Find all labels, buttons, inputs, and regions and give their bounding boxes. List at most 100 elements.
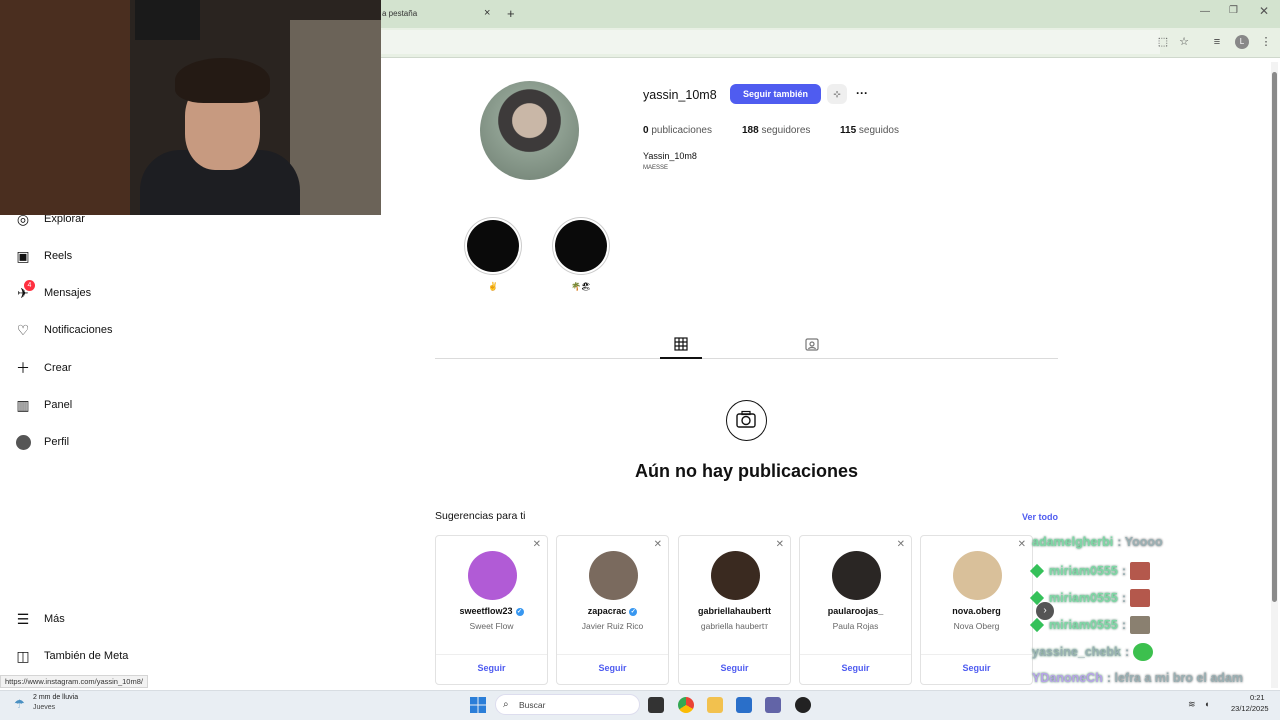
see-all-link[interactable]: Ver todo: [1022, 512, 1058, 522]
posts-stat: 0 publicaciones: [643, 125, 712, 136]
suggestion-username[interactable]: paularoojas_: [800, 606, 911, 616]
heart-icon: ♡: [16, 321, 30, 338]
wardrobe-door: [0, 0, 130, 215]
sidebar-item-crear[interactable]: ＋ Crear: [14, 357, 72, 379]
suggestion-avatar[interactable]: [589, 551, 638, 600]
profile-avatar-icon[interactable]: L: [1235, 35, 1249, 49]
profile-avatar[interactable]: [480, 81, 579, 180]
browser-menu-icon[interactable]: ⋮: [1259, 35, 1273, 49]
suggestion-username[interactable]: zapacrac ✓: [557, 606, 668, 616]
sidebar-item-mensajes[interactable]: ✈ 4 Mensajes: [14, 280, 91, 304]
badge-icon: [1029, 563, 1045, 579]
follow-button[interactable]: Seguir: [436, 663, 547, 673]
windows-start-icon[interactable]: [470, 697, 486, 713]
chat-message: miriam0555:: [1029, 562, 1150, 580]
volume-icon[interactable]: ◖: [1204, 699, 1209, 709]
suggestion-avatar[interactable]: [711, 551, 760, 600]
weather-icon[interactable]: ☂: [14, 697, 25, 711]
install-icon[interactable]: ⬚: [1156, 35, 1170, 49]
avatar-icon: [14, 433, 32, 451]
badge-icon: [1029, 617, 1045, 633]
follow-button[interactable]: Seguir: [921, 663, 1032, 673]
sidebar-item-meta[interactable]: ◫ También de Meta: [14, 645, 128, 667]
task-view-icon[interactable]: [648, 697, 664, 713]
suggestion-username[interactable]: sweetflow23 ✓: [436, 606, 547, 616]
verified-badge-icon: ✓: [629, 607, 638, 616]
dismiss-icon[interactable]: ✕: [776, 539, 784, 550]
clock-date[interactable]: 23/12/2025: [1231, 704, 1269, 713]
suggestion-username[interactable]: nova.oberg: [921, 606, 1032, 616]
search-placeholder: Buscar: [519, 700, 546, 710]
mail-icon[interactable]: [736, 697, 752, 713]
scrollbar-thumb[interactable]: [1272, 72, 1277, 602]
close-tab-icon[interactable]: ×: [484, 7, 490, 19]
new-tab-icon[interactable]: +: [507, 6, 515, 21]
following-stat[interactable]: 115 seguidos: [840, 125, 899, 136]
dismiss-icon[interactable]: ✕: [1018, 539, 1026, 550]
empty-state-title: Aún no hay publicaciones: [634, 461, 859, 481]
suggestion-username[interactable]: gabriellahaubertt: [679, 606, 790, 616]
suggestion-avatar[interactable]: [953, 551, 1002, 600]
suggestion-avatar[interactable]: [832, 551, 881, 600]
followers-stat[interactable]: 188 seguidores: [742, 125, 810, 136]
sidebar-item-label: Más: [44, 613, 65, 625]
sidebar-item-mas[interactable]: ☰ Más: [14, 608, 65, 630]
chat-text: : lefra a mi bro el adam: [1106, 671, 1244, 685]
weather-text[interactable]: 2 mm de lluvia: [33, 694, 78, 701]
suggestion-card: ✕ gabriellahaubertt gabriella haubertт S…: [678, 535, 791, 685]
chat-user: YDanoneCh: [1032, 671, 1103, 685]
address-bar[interactable]: [380, 30, 1160, 54]
status-url-bar: https://www.instagram.com/yassin_10m8/: [0, 675, 148, 688]
follow-button[interactable]: Seguir: [800, 663, 911, 673]
close-window-icon[interactable]: ✕: [1259, 4, 1269, 18]
emote-icon: [1129, 616, 1150, 634]
follow-back-button[interactable]: Seguir también: [730, 84, 821, 104]
tab-posts[interactable]: [672, 335, 690, 353]
chrome-icon[interactable]: [678, 697, 694, 713]
chat-text: :: [1121, 591, 1126, 605]
weather-day: Jueves: [33, 704, 56, 711]
sidebar-item-label: Panel: [44, 399, 73, 411]
maximize-icon[interactable]: ❐: [1229, 5, 1238, 16]
file-explorer-icon[interactable]: [707, 697, 723, 713]
teams-icon[interactable]: [765, 697, 781, 713]
dismiss-icon[interactable]: ✕: [897, 539, 905, 550]
tab-label[interactable]: a pestaña: [382, 9, 417, 18]
suggestion-name: gabriella haubertт: [700, 621, 769, 631]
tagged-icon: [805, 338, 819, 351]
reading-list-icon[interactable]: ≡: [1210, 35, 1224, 49]
chat-user: miriam0555: [1049, 564, 1118, 578]
highlight-circle[interactable]: [467, 220, 519, 272]
wifi-icon[interactable]: ≋: [1188, 699, 1196, 710]
dismiss-icon[interactable]: ✕: [654, 539, 662, 550]
chat-text: :: [1124, 645, 1130, 659]
follow-button[interactable]: Seguir: [679, 663, 790, 673]
highlight-label: ✌: [488, 282, 498, 291]
clock-time[interactable]: 0:21: [1250, 693, 1265, 702]
follow-button[interactable]: Seguir: [557, 663, 668, 673]
chat-user: miriam0555: [1049, 591, 1118, 605]
sidebar-item-reels[interactable]: ▣ Reels: [14, 245, 72, 267]
minimize-icon[interactable]: —: [1200, 6, 1210, 17]
dismiss-icon[interactable]: ✕: [533, 539, 541, 550]
emote-icon: [1129, 562, 1150, 580]
chat-text: :: [1121, 564, 1126, 578]
sidebar-item-panel[interactable]: ▥ Panel: [14, 394, 72, 416]
suggestion-avatar[interactable]: [468, 551, 517, 600]
camera-icon: [726, 400, 767, 441]
app-icon[interactable]: [795, 697, 811, 713]
unread-badge: 4: [24, 280, 35, 291]
sidebar-item-label: Reels: [44, 250, 73, 262]
suggest-user-icon[interactable]: ⊹: [827, 84, 847, 104]
windows-taskbar: [0, 690, 1280, 720]
highlight-circle[interactable]: [555, 220, 607, 272]
taskbar-search[interactable]: ⌕ Buscar: [495, 694, 640, 715]
chat-message: adamelgherbi: Yoooo: [1032, 535, 1163, 549]
chat-text: : Yoooo: [1117, 535, 1163, 549]
bunk-bed: [290, 20, 381, 215]
bookmark-star-icon[interactable]: ☆: [1177, 35, 1191, 49]
more-options-icon[interactable]: ···: [856, 86, 868, 100]
tab-tagged[interactable]: [803, 335, 821, 353]
sidebar-item-notificaciones[interactable]: ♡ Notificaciones: [14, 319, 113, 341]
sidebar-item-perfil[interactable]: Perfil: [14, 431, 69, 453]
